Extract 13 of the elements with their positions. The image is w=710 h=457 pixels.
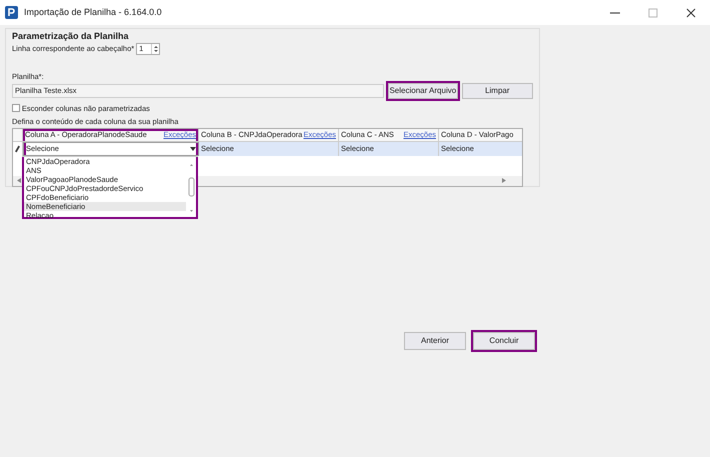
maximize-icon[interactable]	[648, 8, 658, 18]
finish-button[interactable]: Concluir	[473, 332, 535, 350]
clear-button[interactable]: Limpar	[462, 82, 534, 99]
checkbox[interactable]	[12, 104, 20, 112]
select-file-button[interactable]: Selecionar Arquivo	[388, 82, 458, 99]
scroll-right-icon[interactable]	[502, 178, 506, 184]
app-logo-icon	[5, 6, 18, 19]
close-icon[interactable]	[686, 8, 696, 18]
dropdown-arrow-icon	[190, 147, 196, 152]
section-title: Parametrização da Planilha	[12, 31, 130, 42]
pencil-icon	[15, 144, 20, 153]
window-title: Importação de Planilha - 6.164.0.0	[24, 7, 162, 18]
previous-button[interactable]: Anterior	[404, 332, 466, 350]
